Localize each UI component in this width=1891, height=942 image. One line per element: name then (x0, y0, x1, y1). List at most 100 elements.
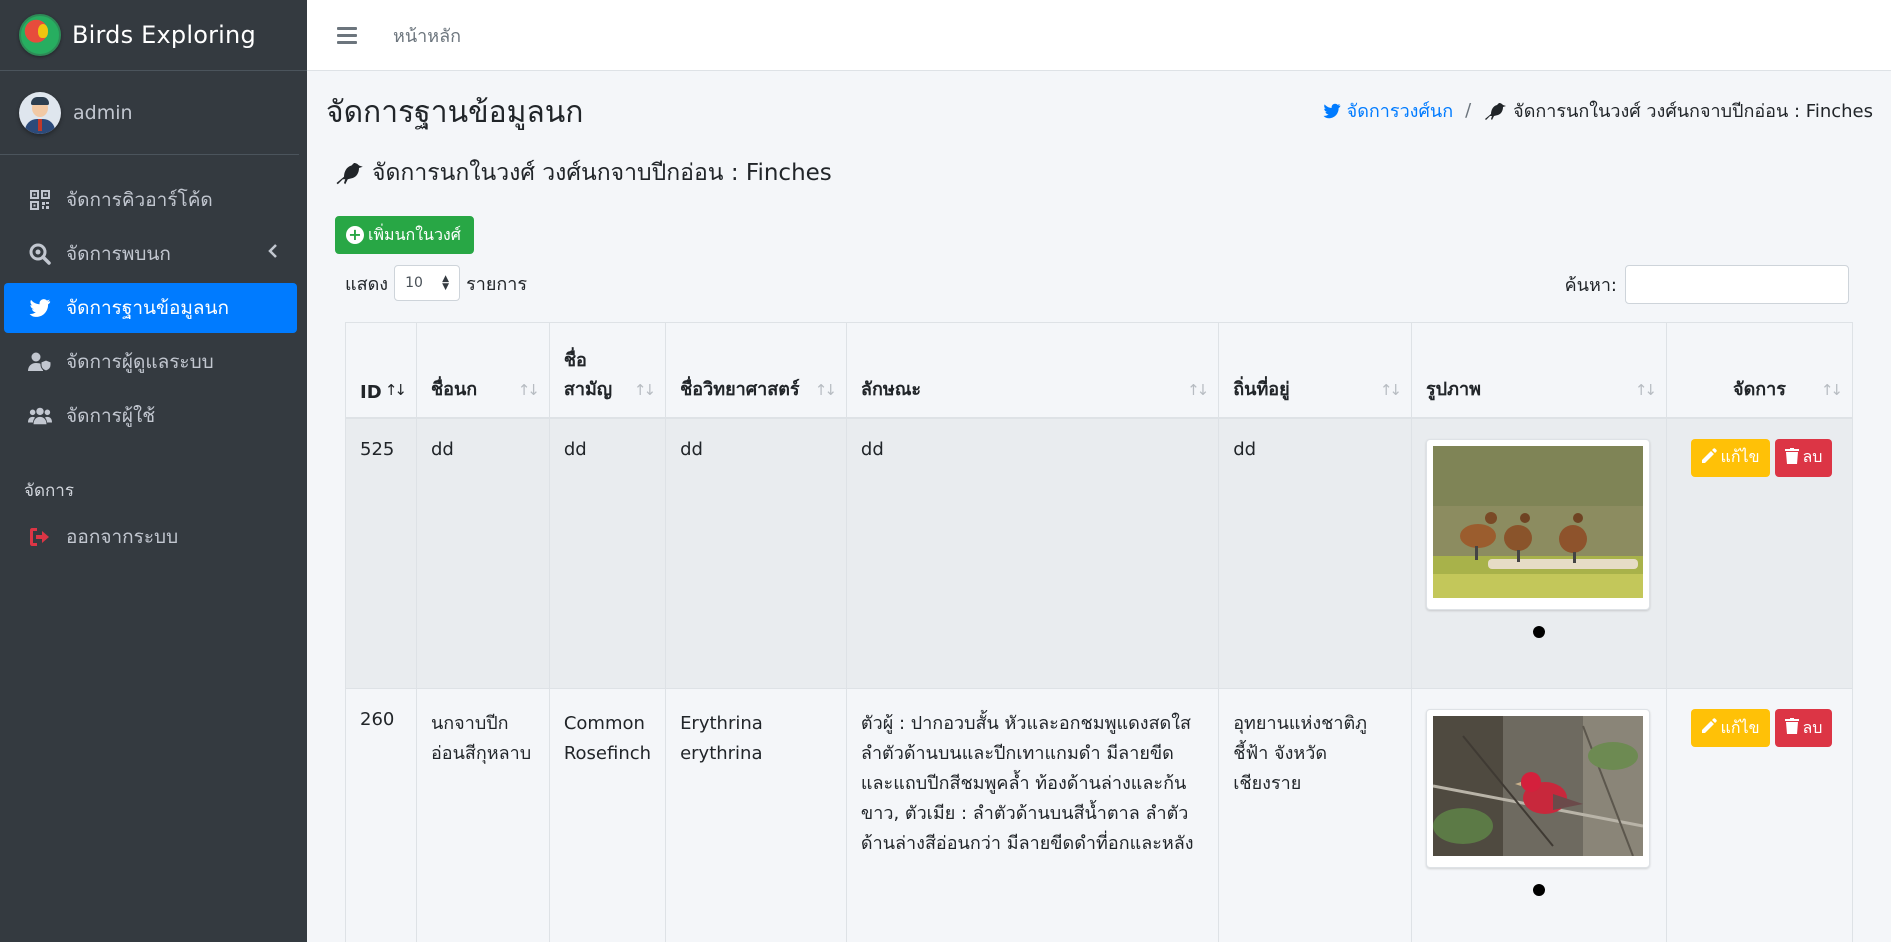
crow-icon (1483, 101, 1507, 121)
table-header-row: ID ↑↓ ชื่อนก ↑↓ ชื่อสามัญ ↑↓ ชื่อวิทยาศาสตร… (345, 322, 1854, 419)
carousel-dot[interactable] (1532, 625, 1545, 638)
sort-icon: ↑↓ (1634, 380, 1657, 399)
breadcrumb-link-families[interactable]: จัดการวงศ์นก (1323, 96, 1453, 125)
pencil-icon (1701, 718, 1717, 738)
top-navbar: หน้าหลัก (307, 0, 1891, 71)
sidebar-item-qrcode[interactable]: จัดการคิวอาร์โค้ด (4, 175, 297, 225)
cell-features: ตัวผู้ : ปากอวบสั้น หัวและอกชมพูแดงสดใส … (845, 688, 1220, 942)
page-length-control: แสดง 10 ▲ ▼ รายการ (345, 265, 527, 301)
whistling-ducks-photo (1433, 445, 1643, 598)
sidebar-item-users[interactable]: จัดการผู้ใช้ (4, 391, 297, 441)
cell-common-name: Common Rosefinch (548, 688, 667, 942)
column-header-image[interactable]: รูปภาพ ↑↓ (1411, 322, 1667, 419)
page-length-value: 10 (405, 275, 423, 291)
column-header-label: ชื่อ (563, 349, 587, 371)
edit-button-label: แก้ไข (1720, 447, 1760, 466)
sidebar-item-bird-database[interactable]: จัดการฐานข้อมูลนก (4, 283, 297, 333)
twitter-bird-icon (1323, 103, 1341, 119)
sort-icon: ↑↓ (517, 380, 540, 399)
crow-icon (334, 160, 364, 186)
sidebar-item-label: จัดการผู้ดูแลระบบ (66, 351, 214, 373)
bird-thumbnail[interactable] (1426, 438, 1650, 610)
cell-text-line: ขาว, ตัวเมีย : ลำตัวด้านบนสีน้ำตาล ลำตัว (860, 803, 1189, 824)
cell-actions: แก้ไข ลบ (1665, 417, 1854, 689)
column-header-id[interactable]: ID ↑↓ (345, 322, 417, 419)
select-arrows-icon: ▲ ▼ (442, 274, 450, 292)
column-header-scientific-name[interactable]: ชื่อวิทยาศาสตร์ ↑↓ (665, 322, 847, 419)
column-header-label: สามัญ (563, 378, 613, 400)
page-length-prefix: แสดง (345, 273, 389, 295)
brand-link[interactable]: Birds Exploring (0, 0, 307, 71)
sort-icon: ↑↓ (1187, 380, 1209, 399)
sidebar-item-label: จัดการพบนก (66, 243, 171, 265)
sidebar-item-admins[interactable]: จัดการผู้ดูแลระบบ (4, 337, 297, 387)
cell-text-line: ชี้ฟ้า จังหวัด (1233, 743, 1328, 764)
column-header-habitat[interactable]: ถิ่นที่อยู่ ↑↓ (1218, 322, 1412, 419)
sidebar-item-label: จัดการคิวอาร์โค้ด (66, 189, 213, 211)
cell-scientific-name: dd (665, 417, 847, 689)
column-header-label: ชื่อวิทยาศาสตร์ (680, 378, 800, 400)
add-bird-button[interactable]: + เพิ่มนกในวงศ์ (335, 216, 474, 254)
sidebar-item-logout[interactable]: ออกจากระบบ (4, 512, 297, 562)
breadcrumb-link-label: จัดการวงศ์นก (1346, 101, 1454, 122)
delete-button[interactable]: ลบ (1774, 709, 1833, 747)
sort-icon: ↑↓ (1820, 380, 1843, 399)
main-content: จัดการฐานข้อมูลนก จัดการวงศ์นก / จัดการน… (307, 71, 1891, 942)
column-header-label: ลักษณะ (860, 378, 922, 400)
hamburger-menu-icon[interactable] (337, 26, 357, 44)
cell-text-line: Erythrina (680, 713, 763, 734)
column-header-name[interactable]: ชื่อนก ↑↓ (415, 322, 550, 419)
page-length-suffix: รายการ (466, 273, 528, 295)
column-header-features[interactable]: ลักษณะ ↑↓ (845, 322, 1220, 419)
user-avatar (19, 91, 61, 134)
column-header-common-name[interactable]: ชื่อ สามัญ ↑↓ (548, 322, 667, 419)
cell-scientific-name: Erythrina erythrina (665, 688, 847, 942)
search-label: ค้นหา: (1564, 275, 1617, 296)
cell-text-line: และแถบปีกสีชมพูคล้ำ ท้องด้านล่างและก้น (860, 773, 1187, 794)
cell-image (1411, 417, 1667, 689)
breadcrumb-separator: / (1465, 100, 1472, 121)
sign-out-icon (28, 525, 52, 549)
page-length-select[interactable]: 10 ▲ ▼ (394, 265, 461, 301)
sidebar-item-label: จัดการผู้ใช้ (66, 405, 156, 427)
breadcrumb-current-label: จัดการนกในวงศ์ วงศ์นกจาบปีกอ่อน : Finche… (1513, 101, 1873, 122)
cell-text-line: erythrina (680, 743, 763, 764)
top-nav-home-link[interactable]: หน้าหลัก (393, 21, 461, 50)
search-input[interactable] (1625, 265, 1849, 304)
sort-asc-icon: ↑↓ (384, 380, 407, 399)
delete-button[interactable]: ลบ (1774, 438, 1833, 477)
cell-text-line: ตัวผู้ : ปากอวบสั้น หัวและอกชมพูแดงสดใส (860, 713, 1192, 734)
delete-button-label: ลบ (1802, 717, 1823, 737)
cell-id: 260 (345, 688, 417, 942)
column-header-label: จัดการ (1733, 378, 1786, 400)
cell-text-line: อุทยานแห่งชาติภู (1233, 713, 1368, 734)
cell-text-line: เชียงราย (1233, 773, 1302, 794)
qrcode-icon (28, 188, 52, 212)
pencil-icon (1701, 447, 1717, 468)
trash-icon (1784, 447, 1799, 468)
column-header-manage[interactable]: จัดการ ↑↓ (1665, 322, 1854, 419)
sidebar: Birds Exploring admin จัดการคิวอาร์โค้ด … (0, 0, 307, 942)
cell-habitat: dd (1218, 417, 1412, 689)
plus-circle-icon: + (346, 226, 364, 244)
cell-habitat: อุทยานแห่งชาติภู ชี้ฟ้า จังหวัด เชียงราย (1218, 688, 1412, 942)
edit-button[interactable]: แก้ไข (1690, 709, 1770, 747)
page-title: จัดการฐานข้อมูลนก (326, 95, 584, 130)
users-icon (28, 404, 52, 428)
column-header-label: ถิ่นที่อยู่ (1233, 378, 1290, 400)
delete-button-label: ลบ (1802, 447, 1823, 466)
sidebar-item-bird-sighting[interactable]: จัดการพบนก (4, 229, 297, 279)
bird-thumbnail[interactable] (1426, 709, 1650, 868)
cell-actions: แก้ไข ลบ (1665, 688, 1854, 942)
card-title-label: จัดการนกในวงศ์ วงศ์นกจาบปีกอ่อน : Finche… (372, 160, 832, 186)
carousel-dot[interactable] (1532, 884, 1545, 896)
column-header-label: ชื่อนก (430, 378, 478, 400)
edit-button[interactable]: แก้ไข (1690, 438, 1770, 477)
sidebar-item-label: จัดการฐานข้อมูลนก (66, 297, 230, 319)
sort-icon: ↑↓ (814, 380, 837, 399)
birds-table: ID ↑↓ ชื่อนก ↑↓ ชื่อสามัญ ↑↓ ชื่อวิทยาศาสตร… (345, 322, 1854, 942)
add-bird-button-label: เพิ่มนกในวงศ์ (368, 224, 461, 244)
user-panel[interactable]: admin (0, 71, 299, 155)
cell-image (1411, 688, 1667, 942)
cell-common-name: dd (548, 417, 667, 689)
